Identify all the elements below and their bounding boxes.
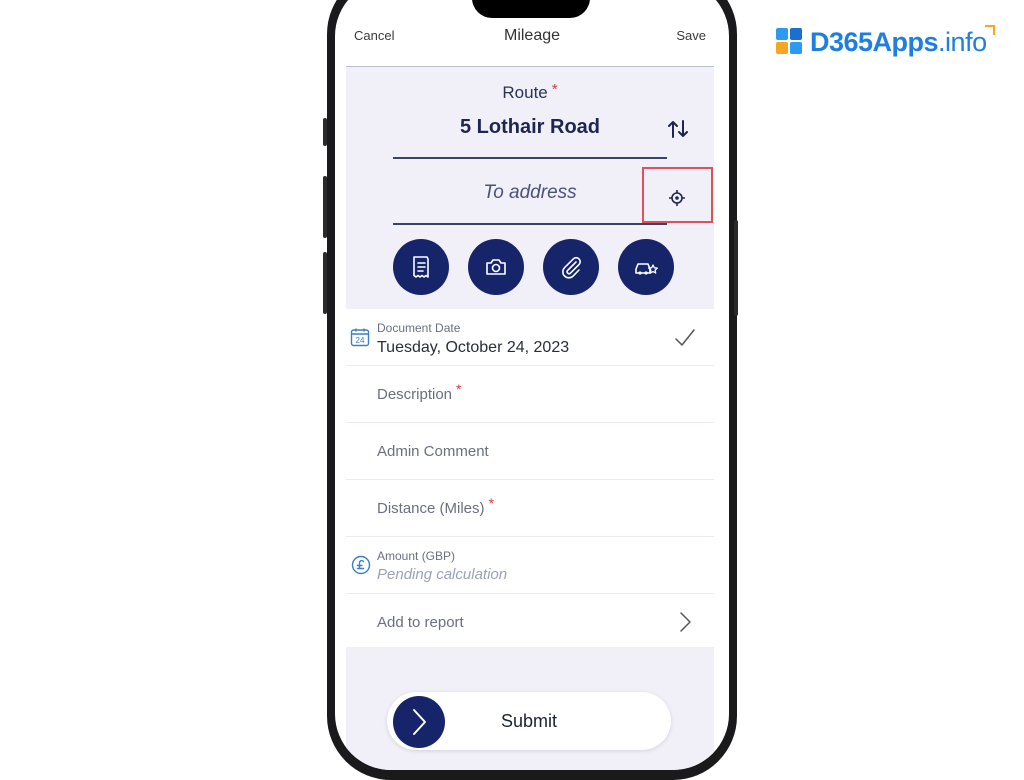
logo-text-bold: D365Apps (810, 26, 939, 57)
attachment-button[interactable] (543, 239, 599, 295)
required-mark: * (488, 495, 494, 511)
volume-down-button (323, 252, 327, 314)
camera-icon (486, 259, 506, 275)
calendar-day-text: 24 (356, 336, 365, 345)
volume-up-button (323, 176, 327, 238)
submit-label: Submit (500, 711, 558, 731)
pound-currency-icon (351, 555, 371, 575)
phone-side-button (323, 118, 327, 146)
submit-button[interactable]: Submit (387, 692, 671, 750)
from-underline (393, 157, 667, 159)
logo-mark-icon (776, 28, 804, 56)
required-mark: * (456, 381, 462, 397)
receipt-icon (413, 256, 429, 278)
brand-logo: D365Apps.info (776, 24, 995, 58)
swap-icon[interactable] (666, 117, 690, 141)
calendar-icon: 24 (350, 328, 370, 347)
document-date-row[interactable]: 24 Document Date Tuesday, October 24, 20… (346, 309, 714, 366)
amount-label: Amount (GBP) (377, 549, 456, 563)
nav-bar: Cancel Mileage Save (335, 20, 729, 66)
route-panel: Route * 5 Lothair Road To address (346, 66, 714, 310)
power-button (734, 220, 738, 316)
description-label-text: Description (377, 386, 453, 403)
description-label: Description * (377, 381, 461, 403)
logo-text: D365Apps.info (810, 24, 995, 58)
document-date-value: Tuesday, October 24, 2023 (377, 339, 570, 356)
favorite-vehicle-button[interactable] (618, 239, 674, 295)
amount-row: Amount (GBP) Pending calculation (346, 537, 714, 594)
description-row[interactable]: Description * (346, 366, 714, 423)
page-title: Mileage (503, 27, 561, 44)
receipt-button[interactable] (393, 239, 449, 295)
phone-screen: Cancel Mileage Save Route * 5 Lothair Roa… (335, 0, 729, 770)
add-to-report-label: Add to report (377, 614, 464, 631)
paperclip-icon (562, 256, 581, 279)
camera-button[interactable] (468, 239, 524, 295)
car-favorite-icon (635, 263, 658, 275)
distance-label-text: Distance (Miles) (377, 500, 485, 517)
highlight-annotation (642, 167, 713, 223)
save-button[interactable]: Save (676, 28, 706, 43)
route-label: Route * (346, 81, 714, 103)
admin-comment-label: Admin Comment (377, 443, 489, 460)
amount-value: Pending calculation (377, 566, 508, 583)
distance-row[interactable]: Distance (Miles) * (346, 480, 714, 537)
distance-label: Distance (Miles) * (377, 495, 494, 517)
checkmark-icon (675, 329, 695, 346)
dynamic-island (472, 0, 590, 18)
admin-comment-row[interactable]: Admin Comment (346, 423, 714, 480)
logo-text-thin: .info (938, 26, 987, 57)
route-label-text: Route (502, 83, 548, 102)
expense-form: 24 Document Date Tuesday, October 24, 20… (346, 309, 714, 651)
add-to-report-row[interactable]: Add to report (346, 594, 714, 651)
chevron-right-icon (680, 612, 691, 632)
from-address-field[interactable]: 5 Lothair Road (346, 116, 714, 139)
required-mark: * (551, 81, 558, 98)
document-date-label: Document Date (377, 321, 461, 335)
to-underline (393, 223, 667, 225)
